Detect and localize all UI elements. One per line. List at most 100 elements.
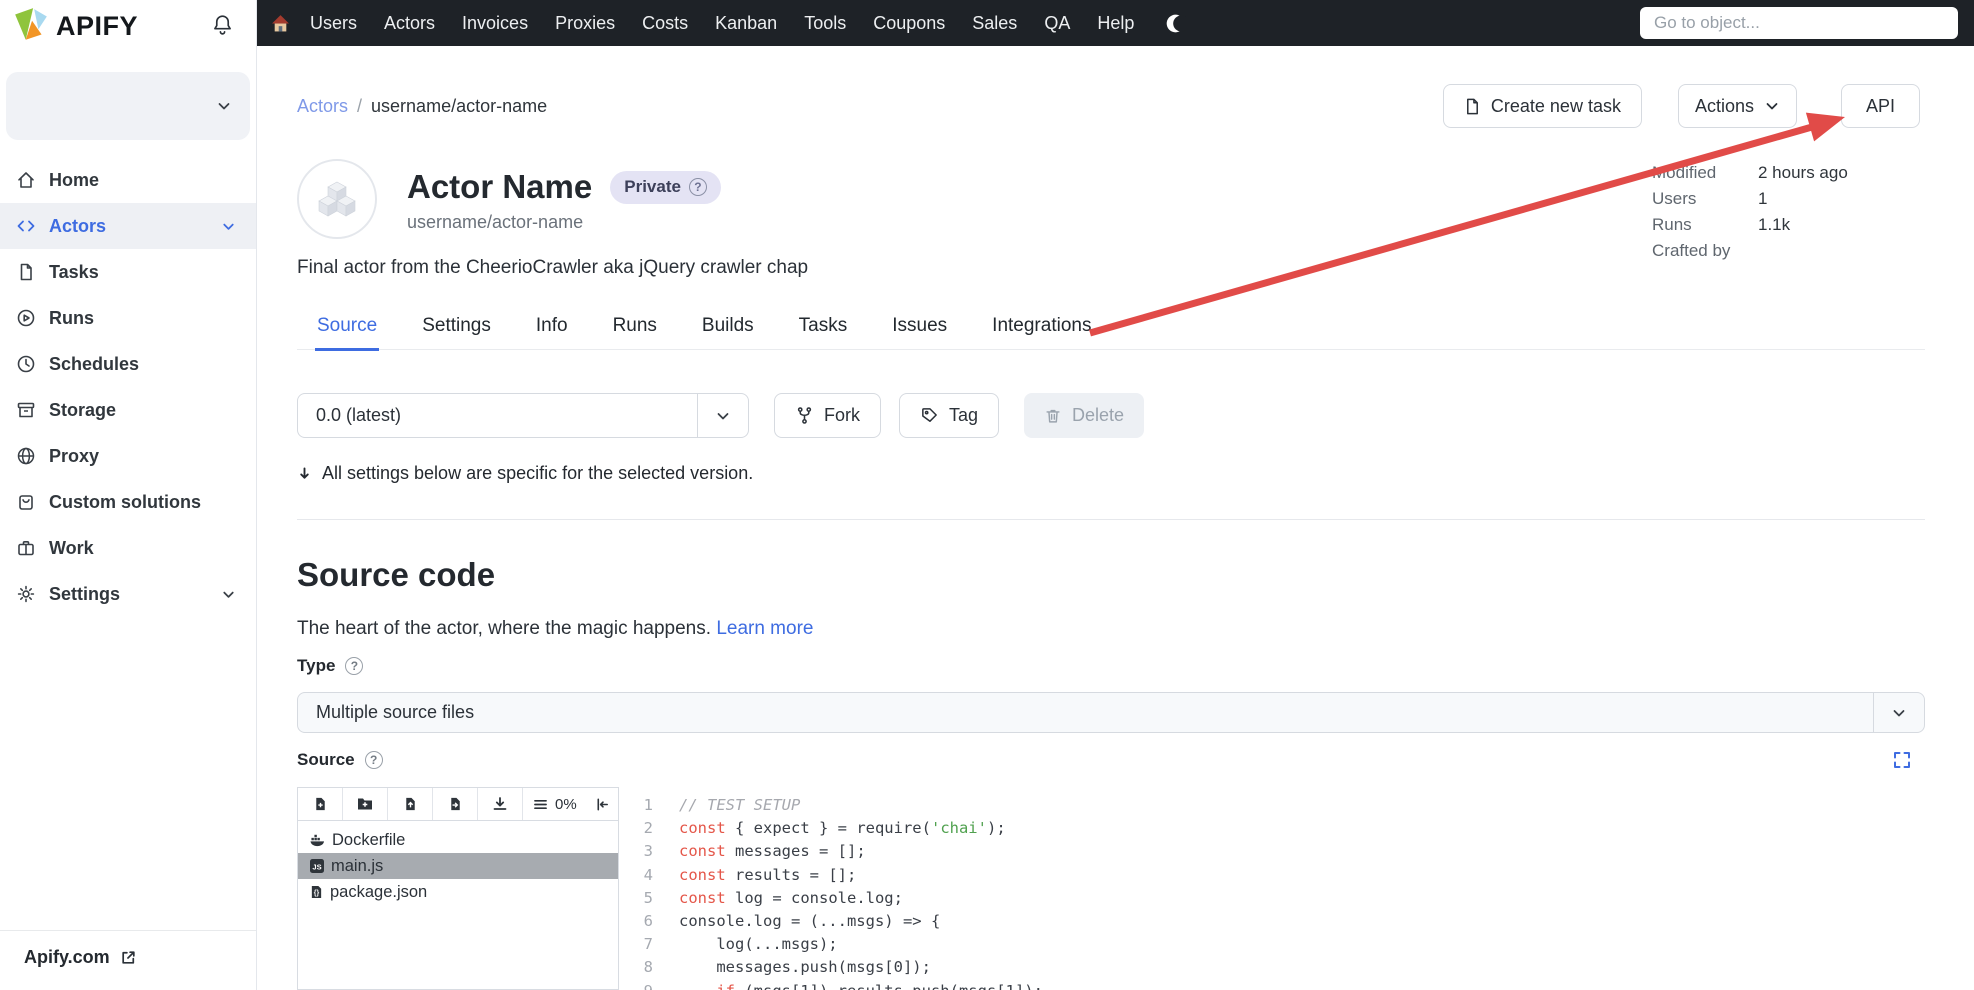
brand: APIFY (0, 0, 256, 56)
svg-text:{}: {} (314, 890, 320, 897)
topnav-item-users[interactable]: Users (310, 13, 357, 34)
chevron-down-icon (221, 587, 236, 602)
topnav-item-proxies[interactable]: Proxies (555, 13, 615, 34)
code-lines: 1// TEST SETUP2const { expect } = requir… (619, 794, 1925, 990)
tab-integrations[interactable]: Integrations (990, 315, 1093, 351)
new-folder-icon[interactable] (343, 788, 388, 820)
go-to-object-search-input[interactable] (1640, 7, 1958, 39)
svg-text:JS: JS (312, 862, 321, 871)
sidebar-item-actors[interactable]: Actors (0, 203, 256, 249)
api-button[interactable]: API (1841, 84, 1920, 128)
sidebar-item-label: Proxy (49, 446, 99, 467)
sidebar-footer-link[interactable]: Apify.com (0, 930, 256, 968)
briefcase-icon (16, 538, 36, 558)
list-rows-icon (533, 798, 548, 811)
topnav-item-sales[interactable]: Sales (972, 13, 1017, 34)
sidebar-item-work[interactable]: Work (0, 525, 256, 571)
tab-source[interactable]: Source (315, 315, 379, 351)
tab-issues[interactable]: Issues (890, 315, 949, 351)
sidebar-item-label: Settings (49, 584, 120, 605)
sidebar-item-custom-solutions[interactable]: Custom solutions (0, 479, 256, 525)
topnav-item-coupons[interactable]: Coupons (873, 13, 945, 34)
api-label: API (1866, 96, 1895, 117)
topnav-menu: Users Actors Invoices Proxies Costs Kanban Too… (310, 13, 1161, 34)
sidebar-item-label: Tasks (49, 262, 99, 283)
dark-mode-moon-icon[interactable] (1165, 13, 1186, 34)
tab-runs[interactable]: Runs (611, 315, 659, 351)
code-text: const { expect } = require('chai'); (679, 817, 1006, 840)
source-code-subtitle: The heart of the actor, where the magic … (297, 618, 813, 640)
code-text: const results = []; (679, 864, 856, 887)
file-item-main-js[interactable]: JS main.js (298, 853, 618, 879)
topnav-item-qa[interactable]: QA (1044, 13, 1070, 34)
fork-button[interactable]: Fork (774, 393, 881, 438)
file-name: main.js (331, 857, 383, 876)
topnav-item-costs[interactable]: Costs (642, 13, 688, 34)
source-code-editor: 0% Dockerfile JS main.js {}package.json 1//… (297, 787, 1925, 990)
version-select-value: 0.0 (latest) (298, 405, 697, 426)
sidebar-item-runs[interactable]: Runs (0, 295, 256, 341)
version-select[interactable]: 0.0 (latest) (297, 393, 749, 438)
sidebar-item-storage[interactable]: Storage (0, 387, 256, 433)
file-item-package-json[interactable]: {}package.json (298, 879, 618, 905)
collapse-left-icon[interactable] (595, 788, 618, 820)
file-item-dockerfile[interactable]: Dockerfile (298, 827, 618, 853)
tab-tasks[interactable]: Tasks (797, 315, 850, 351)
type-label: Type (297, 656, 335, 676)
line-number: 6 (619, 910, 653, 933)
line-number: 9 (619, 980, 653, 990)
sidebar-item-schedules[interactable]: Schedules (0, 341, 256, 387)
sidebar-item-settings[interactable]: Settings (0, 571, 256, 617)
meta-label: Runs (1652, 212, 1758, 237)
sidebar-item-label: Schedules (49, 354, 139, 375)
new-file-icon[interactable] (298, 788, 343, 820)
code-line: 5const log = console.log; (619, 887, 1925, 910)
topnav-item-help[interactable]: Help (1097, 13, 1134, 34)
fullscreen-expand-icon[interactable] (1893, 751, 1911, 769)
topnav-item-invoices[interactable]: Invoices (462, 13, 528, 34)
code-editor-area[interactable]: 1// TEST SETUP2const { expect } = requir… (619, 787, 1925, 990)
tag-icon (920, 406, 939, 425)
help-icon[interactable]: ? (689, 178, 707, 196)
source-field-label-row: Source ? (297, 750, 1925, 770)
notifications-bell-icon[interactable] (210, 12, 235, 37)
file-name: Dockerfile (332, 831, 405, 850)
upload-file-icon[interactable] (388, 788, 433, 820)
sidebar-item-home[interactable]: Home (0, 157, 256, 203)
apify-logo-icon (12, 6, 50, 44)
tab-builds[interactable]: Builds (700, 315, 756, 351)
code-text: messages.push(msgs[0]); (679, 956, 931, 979)
source-type-select[interactable]: Multiple source files (297, 692, 1925, 733)
actions-dropdown-button[interactable]: Actions (1678, 84, 1797, 128)
actor-name-title: Actor Name (407, 168, 592, 206)
help-icon[interactable]: ? (345, 657, 363, 675)
code-line: 2const { expect } = require('chai'); (619, 817, 1925, 840)
download-icon[interactable] (478, 788, 523, 820)
sidebar-item-proxy[interactable]: Proxy (0, 433, 256, 479)
account-switcher[interactable] (6, 72, 250, 140)
zoom-control[interactable]: 0% (523, 788, 587, 820)
breadcrumb-actors-link[interactable]: Actors (297, 96, 348, 117)
tab-info[interactable]: Info (534, 315, 570, 351)
home-emoji-icon[interactable] (271, 14, 290, 32)
type-field-label-row: Type ? (297, 656, 363, 676)
code-icon (16, 216, 36, 236)
topnav-item-kanban[interactable]: Kanban (715, 13, 777, 34)
tab-settings[interactable]: Settings (420, 315, 493, 351)
actor-avatar (297, 159, 377, 239)
create-new-task-button[interactable]: Create new task (1443, 84, 1642, 128)
delete-button[interactable]: Delete (1024, 393, 1144, 438)
help-icon[interactable]: ? (365, 751, 383, 769)
apify-console: APIFY HomeActorsTasksRunsSchedulesStorag… (0, 0, 1974, 990)
topnav-item-tools[interactable]: Tools (804, 13, 846, 34)
sidebar-item-tasks[interactable]: Tasks (0, 249, 256, 295)
learn-more-link[interactable]: Learn more (716, 618, 813, 639)
actor-tabs: Source Settings Info Runs Builds Tasks Issues I… (297, 315, 1925, 350)
import-file-icon[interactable] (433, 788, 478, 820)
topnav-item-actors[interactable]: Actors (384, 13, 435, 34)
version-toolbar: 0.0 (latest) Fork (297, 393, 1144, 438)
source-type-value: Multiple source files (298, 702, 1873, 723)
create-new-task-label: Create new task (1491, 96, 1621, 117)
fork-icon (795, 406, 814, 425)
tag-button[interactable]: Tag (899, 393, 999, 438)
